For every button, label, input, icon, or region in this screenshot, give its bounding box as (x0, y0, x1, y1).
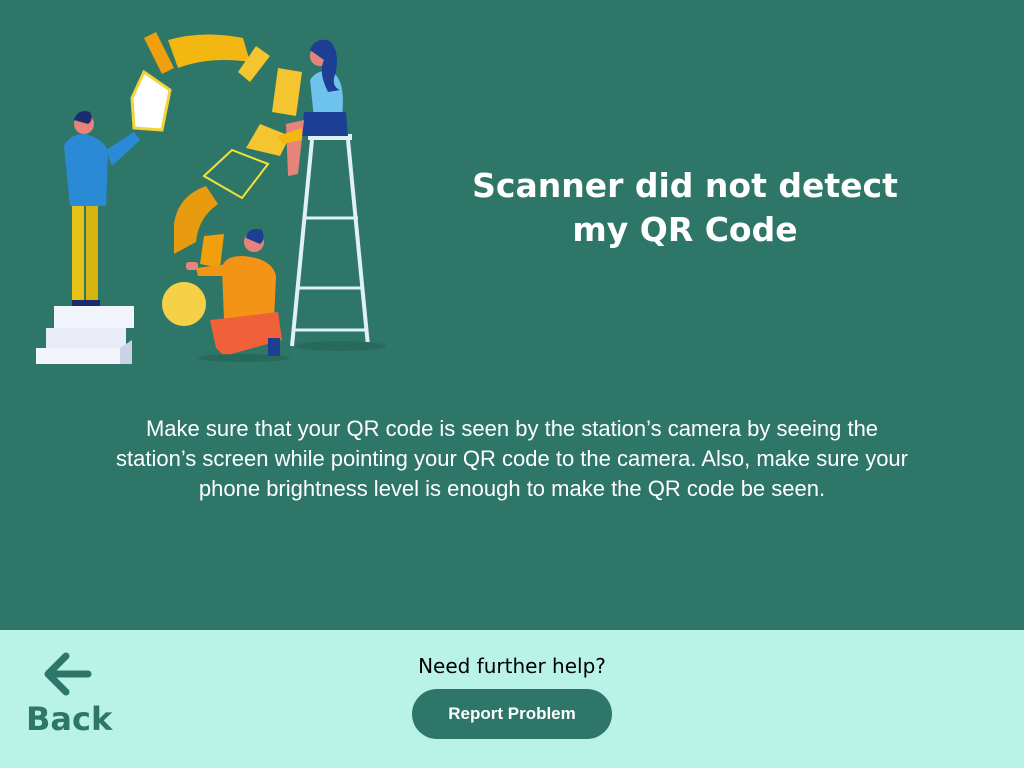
instruction-line: Make sure that your QR code is seen by t… (145, 416, 879, 441)
back-button[interactable]: Back (22, 648, 122, 744)
question-mark-people-illustration (28, 28, 400, 370)
page-title: Scanner did not detect my QR Code (440, 164, 930, 252)
arrow-left-icon (44, 650, 92, 698)
help-prompt: Need further help? (418, 654, 606, 678)
screen: Scanner did not detect my QR Code Make s… (0, 0, 1024, 768)
footer-bar: Back Need further help? Report Problem (0, 630, 1024, 768)
instruction-line: station’s screen while pointing your QR … (116, 446, 908, 471)
report-problem-button[interactable]: Report Problem (412, 689, 612, 739)
instruction-line: phone brightness level is enough to make… (198, 476, 826, 501)
back-label: Back (26, 700, 113, 738)
main-panel: Scanner did not detect my QR Code Make s… (0, 0, 1024, 630)
instruction-message: Make sure that your QR code is seen by t… (60, 414, 964, 504)
page-title-line: my QR Code (572, 210, 798, 249)
page-title-line: Scanner did not detect (472, 166, 898, 205)
